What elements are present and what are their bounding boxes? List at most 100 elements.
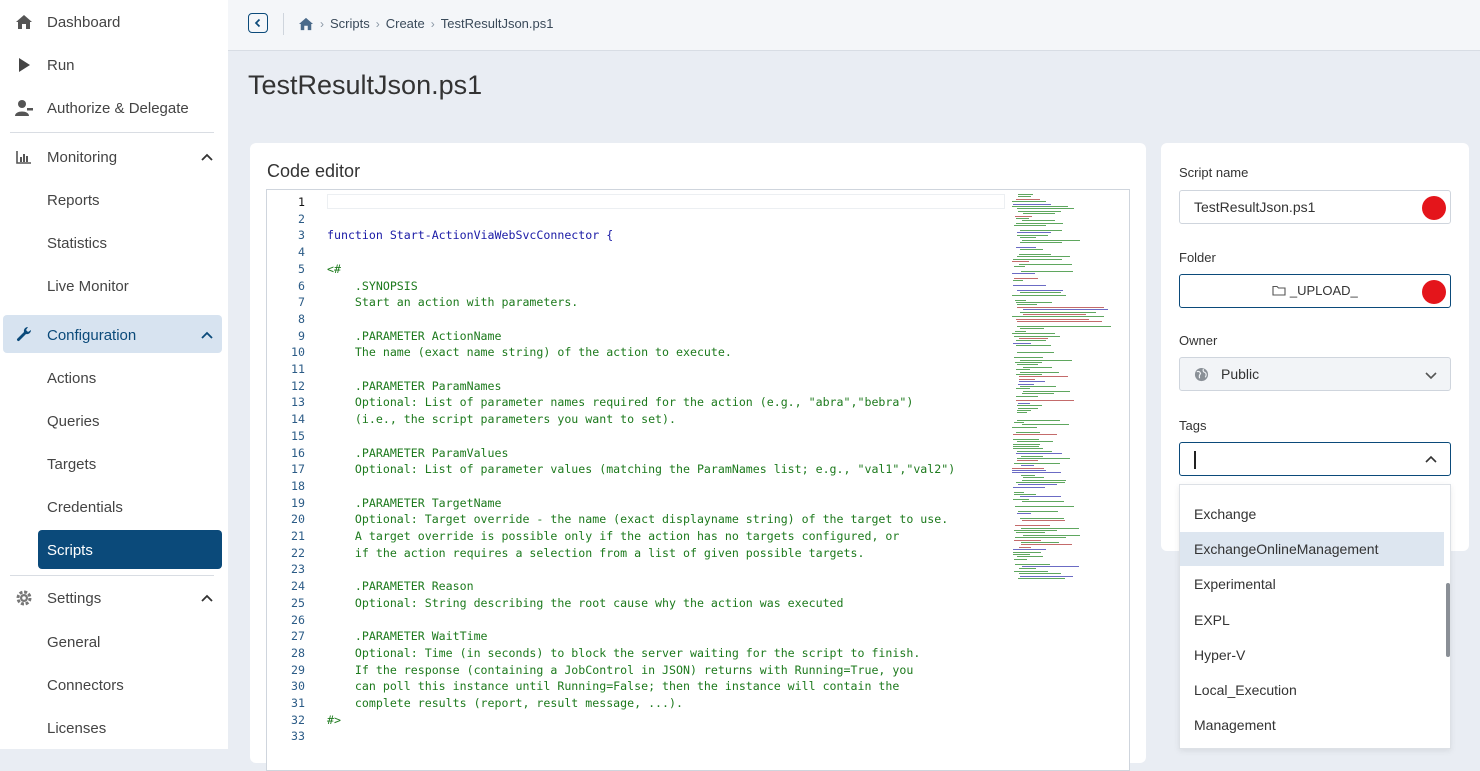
sidebar-item-dashboard[interactable]: Dashboard: [0, 2, 228, 42]
sidebar-item-scripts[interactable]: Scripts: [0, 530, 228, 570]
code-line[interactable]: 28 Optional: Time (in seconds) to block …: [267, 645, 1007, 662]
sidebar-item-credentials[interactable]: Credentials: [0, 487, 228, 527]
dropdown-option[interactable]: Management: [1180, 708, 1444, 742]
sidebar-item-reports[interactable]: Reports: [0, 180, 228, 220]
code-line[interactable]: 10 The name (exact name string) of the a…: [267, 344, 1007, 361]
dropdown-option[interactable]: EXPL: [1180, 603, 1444, 637]
dropdown-option[interactable]: ExchangeOnlineManagement: [1180, 532, 1444, 567]
sidebar-item-targets[interactable]: Targets: [0, 444, 228, 484]
dropdown-option[interactable]: Hyper-V: [1180, 638, 1444, 672]
breadcrumb-create[interactable]: Create: [386, 16, 425, 31]
dropdown-option[interactable]: Exchange: [1180, 497, 1444, 531]
minimap-line: [1020, 359, 1072, 361]
code-text: .PARAMETER TargetName: [327, 495, 502, 510]
minimap-line: [1017, 513, 1031, 515]
code-line[interactable]: 27 .PARAMETER WaitTime: [267, 628, 1007, 645]
code-line[interactable]: 11: [267, 361, 1007, 378]
scrollbar-thumb[interactable]: [1446, 583, 1450, 657]
minimap-line: [1014, 494, 1036, 495]
code-text: Start an action with parameters.: [327, 295, 579, 310]
code-line[interactable]: 4: [267, 244, 1007, 261]
code-line[interactable]: 29 If the response (containing a JobCont…: [267, 662, 1007, 679]
line-number: 18: [291, 478, 305, 493]
line-number: 31: [291, 696, 305, 710]
minimap-line: [1013, 434, 1057, 435]
folder-value: _UPLOAD_: [1289, 283, 1358, 298]
sidebar-item-general[interactable]: General: [0, 622, 228, 662]
chevron-up-icon[interactable]: [1424, 453, 1438, 467]
code-line[interactable]: 30 can poll this instance until Running=…: [267, 678, 1007, 695]
sidebar-item-statistics[interactable]: Statistics: [0, 223, 228, 263]
code-line[interactable]: 5 <#: [267, 261, 1007, 278]
code-line[interactable]: 24 .PARAMETER Reason: [267, 578, 1007, 595]
code-line[interactable]: 8: [267, 311, 1007, 328]
code-line[interactable]: 32 #>: [267, 712, 1007, 729]
folder-icon: [1272, 285, 1286, 296]
script-name-field[interactable]: TestResultJson.ps1: [1179, 190, 1451, 224]
home-icon[interactable]: [298, 17, 314, 31]
sidebar-item-queries[interactable]: Queries: [0, 401, 228, 441]
minimap-line: [1017, 419, 1060, 421]
back-button[interactable]: [248, 13, 268, 33]
sidebar-item-run[interactable]: Run: [0, 45, 228, 85]
line-number: 16: [291, 445, 305, 460]
code-line[interactable]: 19 .PARAMETER TargetName: [267, 495, 1007, 512]
sidebar-item-settings[interactable]: Settings: [0, 578, 228, 618]
code-line[interactable]: 2: [267, 211, 1007, 228]
breadcrumb-scripts[interactable]: Scripts: [330, 16, 370, 31]
dropdown-option[interactable]: Local_Execution: [1180, 673, 1444, 707]
tags-input[interactable]: [1179, 442, 1451, 476]
sidebar-item-configuration[interactable]: Configuration: [0, 315, 228, 355]
code-line[interactable]: 15: [267, 428, 1007, 445]
owner-select[interactable]: Public: [1179, 357, 1451, 391]
code-line[interactable]: 3 function Start-ActionViaWebSvcConnector…: [267, 227, 1007, 244]
minimap-line: [1013, 203, 1051, 205]
sidebar-item-label: Reports: [47, 191, 100, 209]
owner-value: Public: [1221, 366, 1260, 382]
code-line[interactable]: 21 A target override is possible only if…: [267, 528, 1007, 545]
minimap-line: [1013, 498, 1029, 500]
code-line[interactable]: 26: [267, 612, 1007, 629]
code-minimap[interactable]: [1012, 194, 1112, 584]
code-line[interactable]: 22 if the action requires a selection fr…: [267, 545, 1007, 562]
minimap-line: [1018, 383, 1034, 385]
sidebar-item-actions[interactable]: Actions: [0, 358, 228, 398]
code-line[interactable]: 17 Optional: List of parameter values (m…: [267, 461, 1007, 478]
minimap-line: [1020, 237, 1036, 239]
minimap-line: [1016, 388, 1030, 390]
code-line[interactable]: 1: [267, 194, 1007, 211]
code-line[interactable]: 12 .PARAMETER ParamNames: [267, 378, 1007, 395]
sidebar-item-connectors[interactable]: Connectors: [0, 665, 228, 705]
minimap-line: [1017, 458, 1070, 459]
folder-picker-button[interactable]: _UPLOAD_: [1179, 274, 1451, 308]
minimap-line: [1012, 206, 1068, 207]
tags-dropdown-list[interactable]: Exchange ExchangeOnlineManagement Experime…: [1179, 484, 1451, 749]
code-line[interactable]: 20 Optional: Target override - the name …: [267, 511, 1007, 528]
code-line[interactable]: 31 complete results (report, result mess…: [267, 695, 1007, 712]
code-line[interactable]: 16 .PARAMETER ParamValues: [267, 445, 1007, 462]
code-line[interactable]: 14 (i.e., the script parameters you want…: [267, 411, 1007, 428]
minimap-line: [1018, 578, 1065, 579]
line-number: 19: [291, 495, 305, 510]
sidebar-item-licenses[interactable]: Licenses: [0, 708, 228, 748]
separator: [283, 13, 284, 35]
dropdown-option[interactable]: Experimental: [1180, 567, 1444, 601]
line-number: 28: [291, 645, 305, 660]
code-line[interactable]: 13 Optional: List of parameter names req…: [267, 394, 1007, 411]
code-text: .PARAMETER ParamValues: [327, 445, 509, 460]
code-line[interactable]: 6 .SYNOPSIS: [267, 278, 1007, 295]
code-editor[interactable]: 1 2 3 function Start-ActionViaWebSvcConnect…: [266, 189, 1130, 771]
code-text: Optional: Target override - the name (ex…: [327, 512, 949, 527]
minimap-line: [1012, 426, 1037, 428]
code-line[interactable]: 25 Optional: String describing the root …: [267, 595, 1007, 612]
sidebar-item-live-monitor[interactable]: Live Monitor: [0, 266, 228, 306]
code-line[interactable]: 33: [267, 728, 1007, 745]
code-line[interactable]: 9 .PARAMETER ActionName: [267, 328, 1007, 345]
code-line[interactable]: 7 Start an action with parameters.: [267, 294, 1007, 311]
line-number: 33: [291, 729, 305, 744]
minimap-line: [1013, 258, 1062, 260]
sidebar-item-authorize-delegate[interactable]: Authorize & Delegate: [0, 88, 228, 128]
sidebar-item-monitoring[interactable]: Monitoring: [0, 137, 228, 177]
code-line[interactable]: 23: [267, 561, 1007, 578]
code-line[interactable]: 18: [267, 478, 1007, 495]
